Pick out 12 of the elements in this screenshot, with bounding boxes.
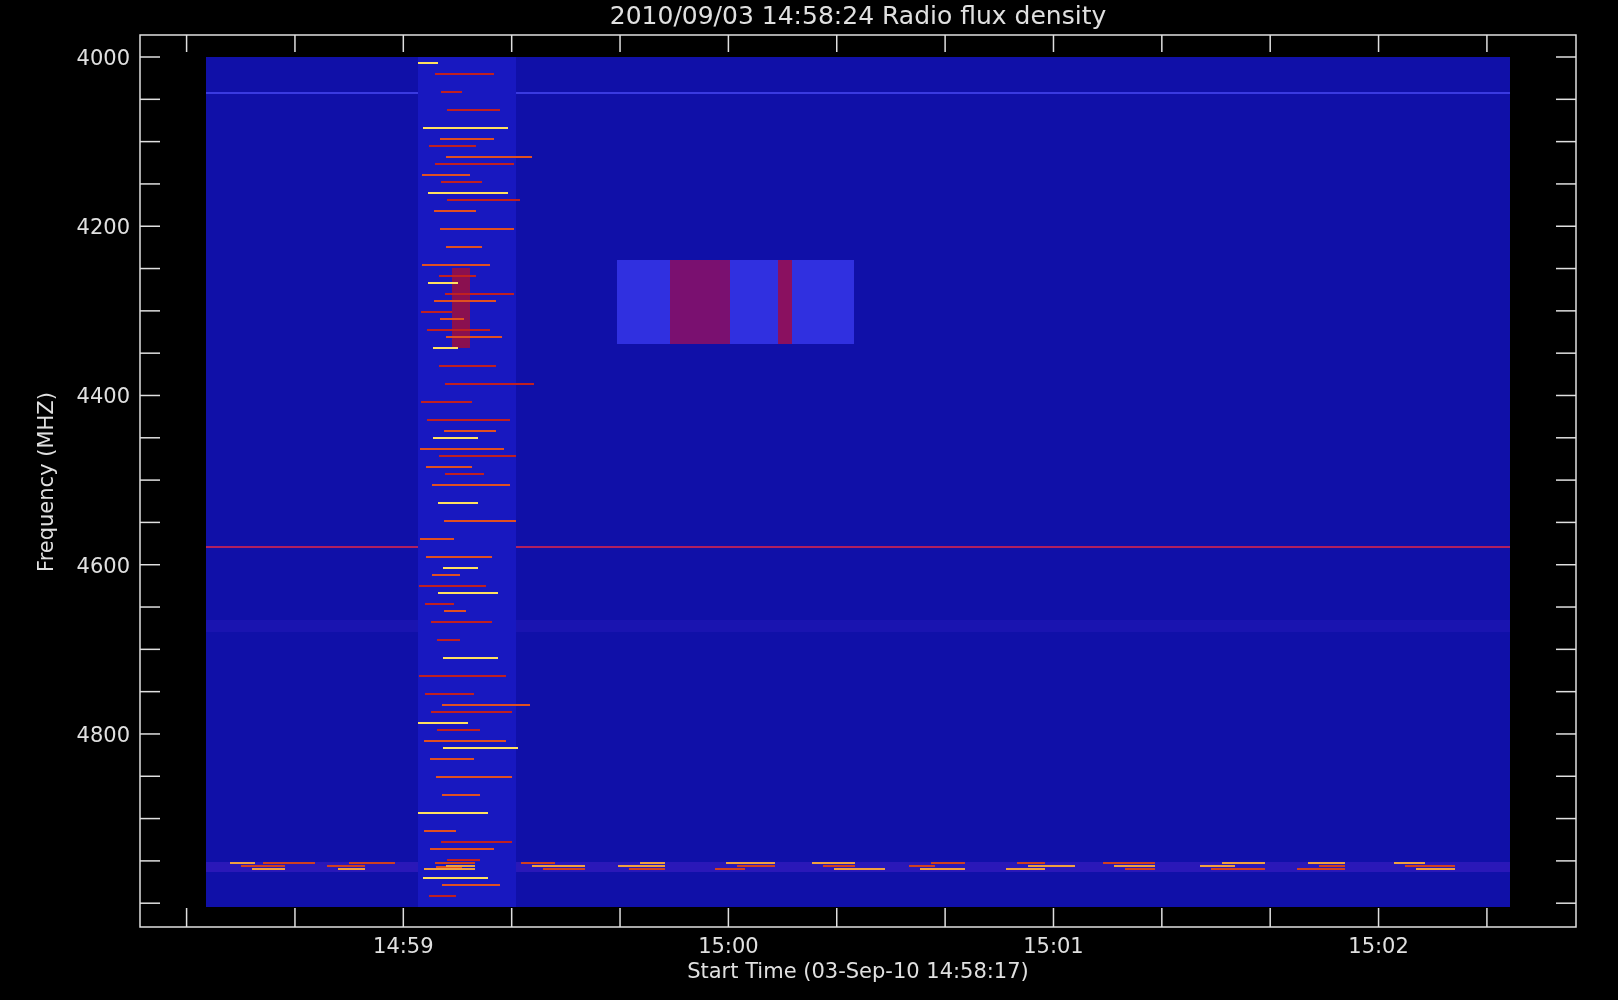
y-axis-label: Frequency (MHZ) [34,392,58,572]
y-tick-label: 4800 [76,722,130,747]
x-tick-label: 15:02 [1348,934,1409,958]
y-tick-label: 4400 [76,384,130,409]
y-tick-label: 4000 [76,46,130,70]
x-tick-label: 14:59 [373,934,434,958]
x-axis-label: Start Time (03-Sep-10 14:58:17) [687,959,1029,983]
y-tick-label: 4200 [76,215,130,240]
x-tick-label: 15:01 [1023,934,1084,958]
y-tick-label: 4600 [76,553,130,578]
x-tick-label: 15:00 [698,934,759,958]
chart-title: 2010/09/03 14:58:24 Radio flux density [609,1,1107,30]
